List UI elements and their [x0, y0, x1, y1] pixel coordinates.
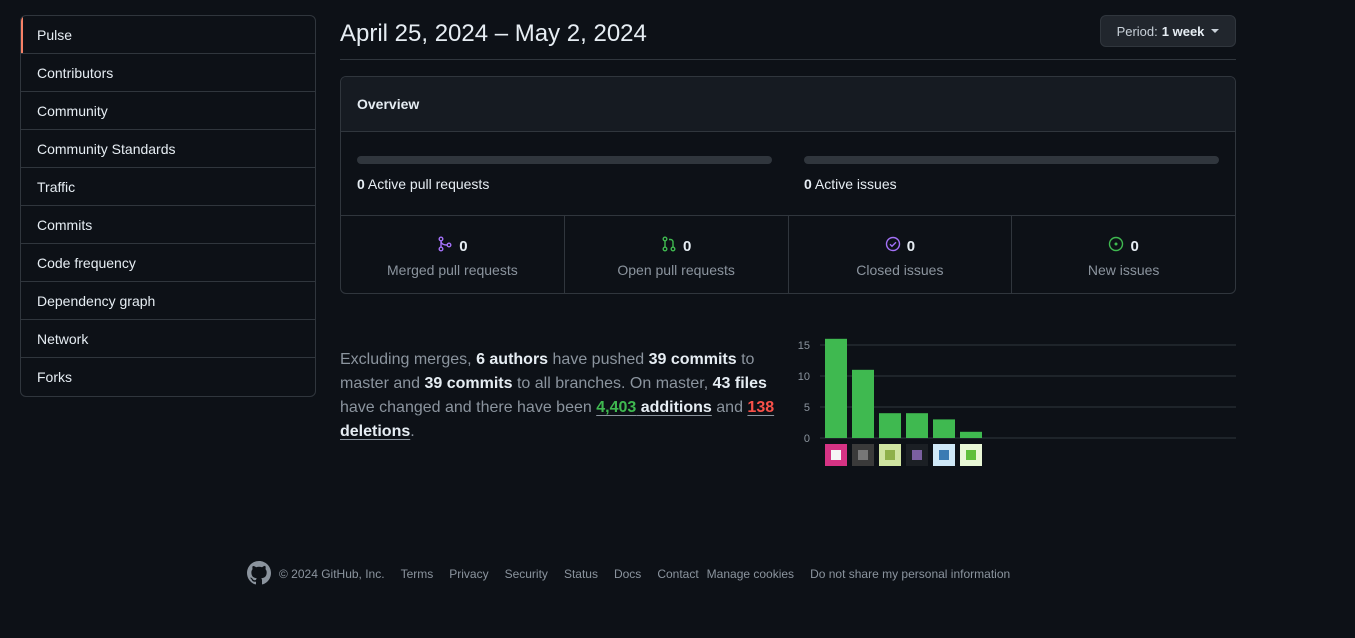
closed-issues-label: Closed issues: [856, 262, 944, 278]
closed-issues-count: 0: [906, 237, 916, 255]
period-value: 1 week: [1161, 23, 1205, 39]
footer-link-contact[interactable]: Contact: [657, 567, 698, 581]
sidebar-item-commits[interactable]: Commits: [21, 206, 315, 244]
footer-link-privacy[interactable]: Privacy: [449, 567, 488, 581]
summary-text-7: .: [410, 423, 415, 440]
author-avatar[interactable]: [825, 444, 847, 466]
deletions-word: deletions: [340, 423, 411, 440]
git-pull-request-icon: [661, 236, 677, 256]
issue-opened-icon: [1108, 236, 1124, 256]
overview-title: Overview: [341, 77, 1235, 132]
sidebar-item-traffic[interactable]: Traffic: [21, 168, 315, 206]
commit-summary: Excluding merges, 6 authors have pushed …: [340, 348, 780, 444]
summary-text-4: to all branches. On master,: [512, 375, 713, 392]
active-issues-block: 0 Active issues: [804, 156, 1219, 192]
active-prs-block: 0 Active pull requests: [357, 156, 772, 192]
commits-master-count: 39 commits: [648, 351, 737, 368]
summary-text-6: and: [711, 399, 748, 416]
author-avatar[interactable]: [879, 444, 901, 466]
commit-bar[interactable]: [960, 431, 982, 438]
footer-link-do-not-share[interactable]: Do not share my personal information: [810, 567, 1010, 581]
additions-link[interactable]: 4,403 additions: [596, 399, 712, 416]
active-issues-summary[interactable]: 0 Active issues: [804, 176, 1219, 192]
caret-down-icon: [1211, 29, 1220, 33]
y-tick-label: 15: [798, 340, 810, 352]
stat-merged-prs[interactable]: 0 Merged pull requests: [341, 216, 565, 293]
active-prs-summary[interactable]: 0 Active pull requests: [357, 176, 772, 192]
active-issues-count: 0: [804, 176, 812, 192]
github-logo-icon[interactable]: [247, 560, 271, 588]
y-tick-label: 5: [804, 402, 810, 414]
y-tick-label: 0: [804, 433, 810, 445]
footer-link-docs[interactable]: Docs: [614, 567, 641, 581]
stat-open-prs[interactable]: 0 Open pull requests: [565, 216, 789, 293]
merged-prs-label: Merged pull requests: [387, 262, 518, 278]
active-prs-count: 0: [357, 176, 365, 192]
title-divider: [340, 59, 1236, 60]
commit-bar[interactable]: [825, 338, 847, 438]
active-issues-progress-bar: [804, 156, 1219, 164]
files-count: 43 files: [712, 375, 767, 392]
deletions-count: 138: [747, 399, 775, 416]
page-footer: © 2024 GitHub, Inc. Terms Privacy Securi…: [247, 560, 1010, 588]
active-prs-progress-bar: [357, 156, 772, 164]
sidebar-item-forks[interactable]: Forks: [21, 358, 315, 396]
period-label: Period:: [1116, 23, 1158, 39]
new-issues-count: 0: [1130, 237, 1139, 255]
sidebar-item-dependency-graph[interactable]: Dependency graph: [21, 282, 315, 320]
summary-text-5: have changed and there have been: [340, 399, 597, 416]
issue-closed-icon: [885, 236, 901, 256]
commits-all-count: 39 commits: [424, 375, 513, 392]
commit-bar[interactable]: [879, 413, 901, 438]
overview-panel: Overview 0 Active pull requests 0 Active…: [340, 76, 1236, 294]
author-avatar[interactable]: [960, 444, 982, 466]
sidebar-item-pulse[interactable]: Pulse: [21, 16, 315, 54]
copyright-text: © 2024 GitHub, Inc.: [279, 567, 385, 581]
summary-text-1: Excluding merges,: [340, 351, 477, 368]
footer-link-status[interactable]: Status: [564, 567, 598, 581]
git-merge-icon: [437, 236, 453, 256]
commit-bar[interactable]: [933, 419, 955, 438]
authors-count: 6 authors: [476, 351, 549, 368]
summary-text-2: have pushed: [548, 351, 649, 368]
footer-link-terms[interactable]: Terms: [401, 567, 434, 581]
active-prs-label: Active pull requests: [367, 176, 490, 192]
author-avatar[interactable]: [852, 444, 874, 466]
footer-link-manage-cookies[interactable]: Manage cookies: [707, 567, 794, 581]
merged-prs-count: 0: [459, 237, 468, 255]
stat-closed-issues[interactable]: 0 Closed issues: [789, 216, 1013, 293]
commits-by-author-chart: 0 5 10 15: [798, 338, 1236, 466]
author-avatar[interactable]: [906, 444, 928, 466]
sidebar-item-code-frequency[interactable]: Code frequency: [21, 244, 315, 282]
page-title: April 25, 2024 – May 2, 2024: [340, 20, 647, 47]
sidebar-item-contributors[interactable]: Contributors: [21, 54, 315, 92]
active-issues-label: Active issues: [814, 176, 897, 192]
sidebar-item-network[interactable]: Network: [21, 320, 315, 358]
overview-activity: 0 Active pull requests 0 Active issues: [341, 132, 1235, 216]
new-issues-label: New issues: [1087, 262, 1160, 278]
additions-word: additions: [636, 399, 712, 416]
commit-bar[interactable]: [906, 413, 928, 438]
commit-bar[interactable]: [852, 369, 874, 438]
y-tick-label: 10: [798, 371, 810, 383]
insights-sidebar: Pulse Contributors Community Community S…: [20, 15, 316, 397]
sidebar-item-community-standards[interactable]: Community Standards: [21, 130, 315, 168]
additions-count: 4,403: [596, 399, 637, 416]
footer-link-security[interactable]: Security: [505, 567, 548, 581]
open-prs-count: 0: [682, 237, 692, 255]
author-avatar[interactable]: [933, 444, 955, 466]
overview-stats: 0 Merged pull requests 0 Open pull reque…: [341, 216, 1235, 293]
period-dropdown-button[interactable]: Period: 1 week: [1100, 15, 1236, 47]
open-prs-label: Open pull requests: [617, 262, 735, 278]
sidebar-item-community[interactable]: Community: [21, 92, 315, 130]
stat-new-issues[interactable]: 0 New issues: [1012, 216, 1235, 293]
